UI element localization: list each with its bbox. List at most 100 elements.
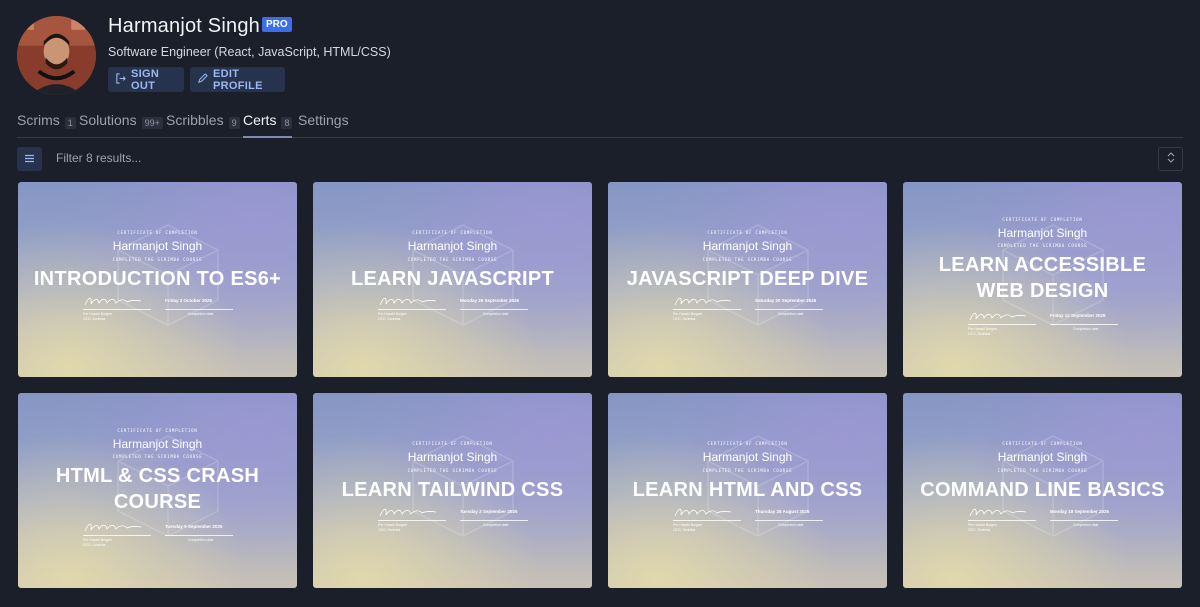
cert-card[interactable]: CERTIFICATE OF COMPLETION Harmanjot Sing… (608, 182, 887, 377)
date-line (165, 309, 233, 310)
date-line (1050, 324, 1118, 325)
completion-date-label: Completion date (1073, 327, 1099, 331)
avatar (17, 16, 96, 95)
tab-label: Scribbles (166, 112, 224, 128)
cert-subheading: COMPLETED THE SCRIMBA COURSE (407, 257, 498, 262)
cert-recipient: Harmanjot Singh (407, 450, 498, 464)
profile-name: Harmanjot Singh (108, 15, 260, 37)
cert-heading: CERTIFICATE OF COMPLETION (1002, 217, 1083, 222)
cert-subheading: COMPLETED THE SCRIMBA COURSE (407, 468, 498, 473)
completion-date-label: Completion date (188, 312, 214, 316)
completion-date-label: Completion date (778, 312, 804, 316)
date-line (755, 520, 823, 521)
cert-footer: Per Harald Borgen CEO, Scrimba Monday 29… (378, 294, 528, 324)
cert-title: LEARN ACCESSIBLE WEB DESIGN (938, 254, 1147, 302)
cert-card[interactable]: CERTIFICATE OF COMPLETION Harmanjot Sing… (313, 182, 592, 377)
cert-subheading: COMPLETED THE SCRIMBA COURSE (997, 468, 1088, 473)
tab-label: Certs (243, 112, 277, 128)
completion-date: Thursday 28 August 2025 (755, 509, 810, 514)
cert-recipient: Harmanjot Singh (702, 239, 793, 253)
signature (673, 294, 743, 308)
signer-name: Per Harald Borgen CEO, Scrimba (673, 523, 702, 533)
pro-badge: PRO (262, 17, 292, 32)
date-line (460, 520, 528, 521)
cert-footer: Per Harald Borgen CEO, Scrimba Friday 3 … (83, 294, 233, 324)
signature-line (378, 309, 446, 310)
tab-count: 8 (281, 117, 293, 129)
cert-card[interactable]: CERTIFICATE OF COMPLETION Harmanjot Sing… (903, 393, 1182, 588)
date-line (165, 535, 233, 536)
signature (968, 505, 1038, 519)
cert-title: COMMAND LINE BASICS (920, 479, 1165, 501)
sign-out-icon (115, 72, 126, 87)
cert-subheading: COMPLETED THE SCRIMBA COURSE (702, 468, 793, 473)
cert-title: LEARN TAILWIND CSS (341, 479, 564, 501)
cert-card[interactable]: CERTIFICATE OF COMPLETION Harmanjot Sing… (313, 393, 592, 588)
tab-label: Scrims (17, 112, 60, 128)
signer-name: Per Harald Borgen CEO, Scrimba (378, 312, 407, 322)
completion-date-label: Completion date (483, 523, 509, 527)
tab-settings[interactable]: Settings (298, 112, 349, 138)
cert-subheading: COMPLETED THE SCRIMBA COURSE (997, 243, 1088, 248)
signature (968, 309, 1038, 323)
completion-date: Friday 12 September 2025 (1050, 313, 1106, 318)
sort-icon (1167, 150, 1175, 168)
cert-heading: CERTIFICATE OF COMPLETION (117, 230, 198, 235)
signature (83, 520, 153, 534)
tab-count: 9 (228, 117, 240, 129)
date-line (460, 309, 528, 310)
completion-date: Monday 18 September 2025 (1050, 509, 1110, 514)
completion-date-label: Completion date (483, 312, 509, 316)
sort-button[interactable] (1158, 147, 1183, 171)
cert-heading: CERTIFICATE OF COMPLETION (117, 428, 198, 433)
cert-footer: Per Harald Borgen CEO, Scrimba Thursday … (673, 505, 823, 535)
completion-date: Monday 29 September 2025 (460, 298, 520, 303)
tab-solutions[interactable]: Solutions 99+ (79, 112, 163, 138)
signer-role: CEO, Scrimba (83, 543, 106, 547)
cert-recipient: Harmanjot Singh (997, 226, 1088, 240)
list-icon (24, 150, 35, 168)
cert-subheading: COMPLETED THE SCRIMBA COURSE (702, 257, 793, 262)
sign-out-label: SIGN OUT (131, 67, 160, 92)
cert-card[interactable]: CERTIFICATE OF COMPLETION Harmanjot Sing… (608, 393, 887, 588)
cert-title: LEARN HTML AND CSS (632, 479, 863, 501)
tab-scrims[interactable]: Scrims 1 (17, 112, 76, 138)
signature-line (378, 520, 446, 521)
signature-line (673, 520, 741, 521)
edit-profile-button[interactable]: EDIT PROFILE (190, 67, 285, 92)
cert-recipient: Harmanjot Singh (112, 437, 203, 451)
cert-recipient: Harmanjot Singh (407, 239, 498, 253)
signer-name: Per Harald Borgen CEO, Scrimba (968, 523, 997, 533)
signature-line (968, 324, 1036, 325)
cert-title: INTRODUCTION TO ES6+ (33, 268, 282, 290)
tab-count: 99+ (141, 117, 163, 129)
signer-role: CEO, Scrimba (378, 528, 401, 532)
profile-tabs: Scrims 1 Solutions 99+ Scribbles 9 Certs… (17, 112, 1183, 138)
cert-title: HTML & CSS CRASH COURSE (55, 465, 260, 513)
edit-profile-label: EDIT PROFILE (213, 67, 263, 92)
cert-footer: Per Harald Borgen CEO, Scrimba Tuesday 9… (83, 520, 233, 550)
cert-title: LEARN JAVASCRIPT (351, 268, 554, 290)
signer-role: CEO, Scrimba (83, 317, 106, 321)
signer-name: Per Harald Borgen CEO, Scrimba (968, 327, 997, 337)
signature-line (673, 309, 741, 310)
completion-date-label: Completion date (188, 538, 214, 542)
signer-name: Per Harald Borgen CEO, Scrimba (83, 538, 112, 548)
tab-certs[interactable]: Certs 8 (243, 112, 293, 138)
signer-role: CEO, Scrimba (968, 528, 991, 532)
cert-card[interactable]: CERTIFICATE OF COMPLETION Harmanjot Sing… (18, 393, 297, 588)
cert-card[interactable]: CERTIFICATE OF COMPLETION Harmanjot Sing… (903, 182, 1182, 377)
cert-grid: CERTIFICATE OF COMPLETION Harmanjot Sing… (18, 182, 1183, 588)
signer-role: CEO, Scrimba (673, 528, 696, 532)
tab-label: Solutions (79, 112, 137, 128)
sign-out-button[interactable]: SIGN OUT (108, 67, 184, 92)
date-line (1050, 520, 1118, 521)
signer-role: CEO, Scrimba (673, 317, 696, 321)
signer-role: CEO, Scrimba (378, 317, 401, 321)
cert-footer: Per Harald Borgen CEO, Scrimba Monday 18… (968, 505, 1118, 535)
filter-menu-button[interactable] (17, 147, 42, 171)
tab-count: 1 (64, 117, 76, 129)
filter-input[interactable]: Filter 8 results... (56, 151, 141, 165)
cert-card[interactable]: CERTIFICATE OF COMPLETION Harmanjot Sing… (18, 182, 297, 377)
tab-scribbles[interactable]: Scribbles 9 (166, 112, 240, 138)
